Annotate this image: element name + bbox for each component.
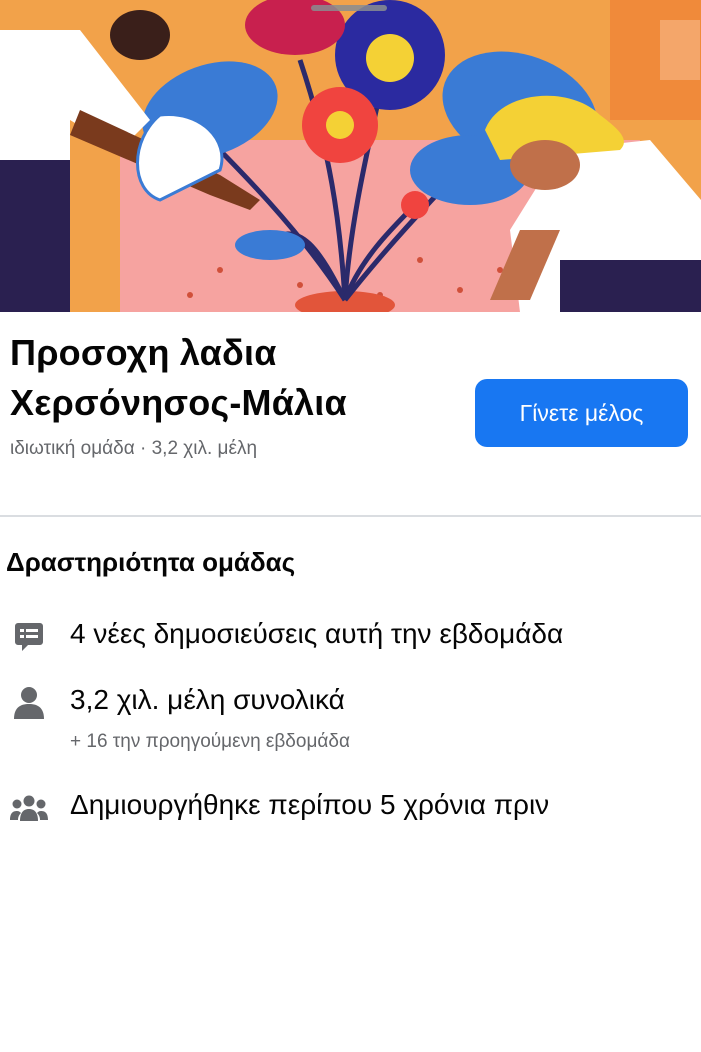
group-name-line-1: Προσοχη λαδια	[10, 332, 277, 373]
drag-handle[interactable]	[311, 5, 387, 11]
group-name-line-2: Χερσόνησος-Μάλια	[10, 382, 347, 423]
activity-posts-text: 4 νέες δημοσιεύσεις αυτή την εβδομάδα	[70, 618, 564, 649]
group-header: Προσοχη λαδια Χερσόνησος-Μάλια ιδιωτική …	[0, 312, 701, 516]
group-cover-illustration	[0, 0, 701, 312]
activity-members-subtext: + 16 την προηγούμενη εβδομάδα	[70, 731, 350, 752]
person-icon	[10, 684, 48, 722]
group-icon	[10, 789, 48, 827]
join-group-button[interactable]: Γίνετε μέλος	[475, 379, 688, 447]
posts-icon	[10, 618, 48, 656]
activity-members-text: 3,2 χιλ. μέλη συνολικά	[70, 684, 345, 715]
group-name: Προσοχη λαδια Χερσόνησος-Μάλια	[10, 328, 450, 428]
activity-created-text: Δημιουργήθηκε περίπου 5 χρόνια πριν	[70, 789, 550, 820]
section-divider	[0, 515, 701, 517]
section-title: Δραστηριότητα ομάδας	[6, 547, 296, 577]
group-privacy-members: ιδιωτική ομάδα · 3,2 χιλ. μέλη	[10, 438, 258, 459]
